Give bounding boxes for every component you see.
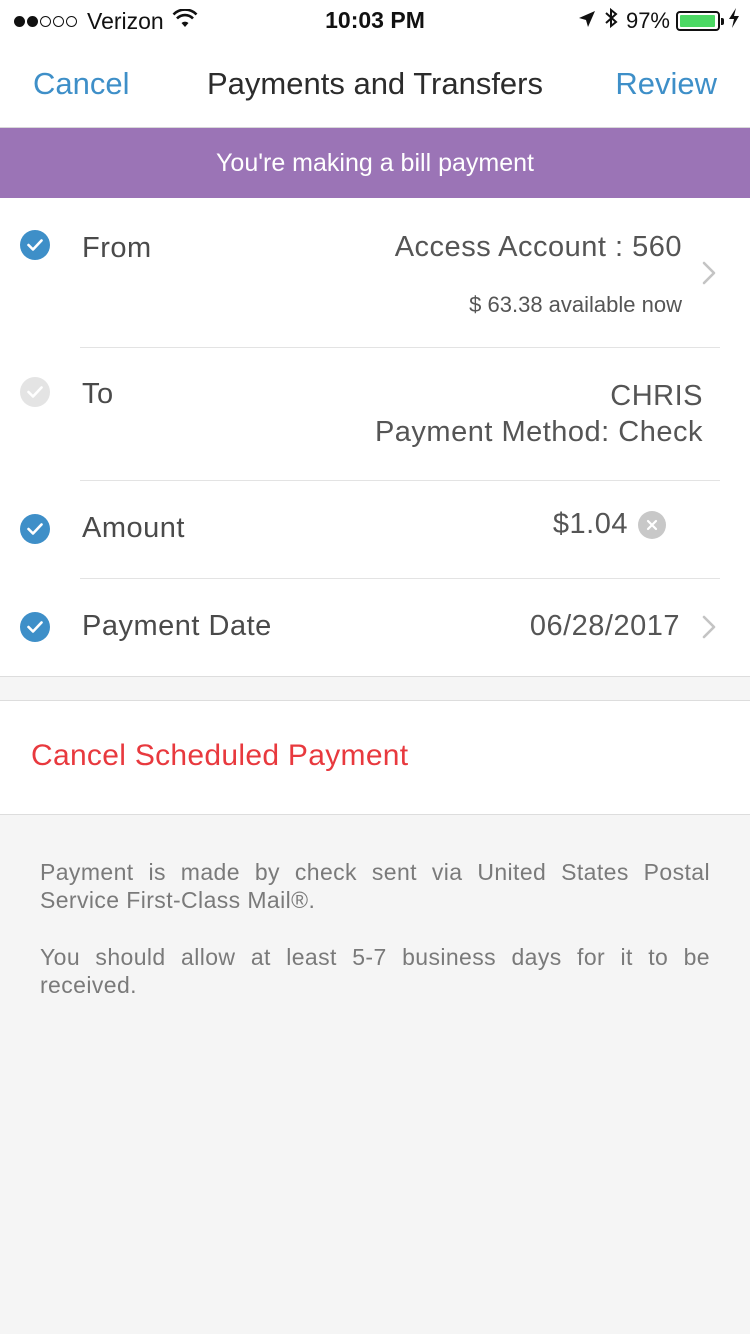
status-right: 97% [578, 7, 740, 35]
delivery-disclaimer: You should allow at least 5-7 business d… [40, 944, 710, 998]
payment-date-value: 06/28/2017 [529, 610, 680, 642]
to-label: To [82, 378, 114, 410]
amount-row[interactable]: Amount $1.04 [0, 481, 750, 579]
chevron-right-icon [702, 261, 716, 285]
checkmark-icon [20, 377, 50, 407]
to-row: To CHRIS Payment Method: Check [0, 348, 750, 481]
clear-icon[interactable] [638, 511, 666, 539]
payment-date-label: Payment Date [82, 610, 272, 642]
mail-disclaimer: Payment is made by check sent via United… [40, 859, 710, 913]
chevron-right-icon [702, 615, 716, 639]
available-balance: $ 63.38 available now [469, 292, 682, 317]
amount-label: Amount [82, 512, 185, 544]
disclaimer-text: Payment is made by check sent via United… [40, 858, 710, 1028]
from-account-value: Access Account : 560 [394, 231, 682, 263]
status-bar: Verizon 10:03 PM 97% [0, 0, 750, 40]
battery-level [680, 15, 715, 27]
bluetooth-icon [604, 7, 618, 35]
charging-icon [728, 8, 740, 34]
battery-percent: 97% [625, 8, 670, 33]
battery-icon [676, 11, 724, 31]
payment-method: Payment Method: Check [374, 416, 703, 448]
payment-form: From Access Account : 560 $ 63.38 availa… [0, 198, 750, 677]
nav-bar: Cancel Payments and Transfers Review [0, 40, 750, 128]
payee-name: CHRIS [610, 380, 703, 412]
bill-payment-banner: You're making a bill payment [0, 128, 750, 198]
from-label: From [82, 232, 152, 264]
cancel-scheduled-payment-button[interactable]: Cancel Scheduled Payment [31, 739, 408, 773]
checkmark-icon [20, 230, 50, 260]
location-icon [578, 8, 596, 34]
payment-date-row[interactable]: Payment Date 06/28/2017 [0, 579, 750, 677]
amount-value[interactable]: $1.04 [553, 508, 628, 541]
review-button[interactable]: Review [615, 66, 717, 102]
checkmark-icon [20, 514, 50, 544]
from-row[interactable]: From Access Account : 560 $ 63.38 availa… [0, 198, 750, 348]
checkmark-icon [20, 612, 50, 642]
cancel-section: Cancel Scheduled Payment [0, 700, 750, 815]
